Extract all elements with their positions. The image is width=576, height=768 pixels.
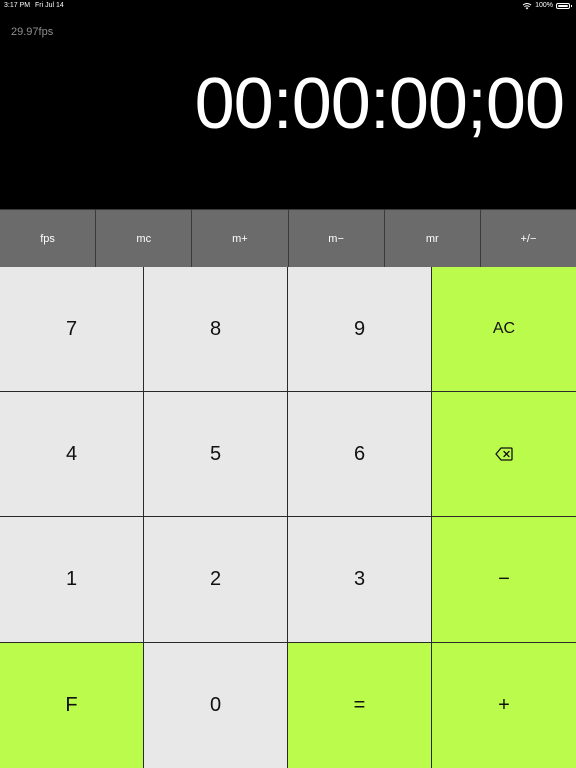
key-2[interactable]: 2 [144,517,288,643]
status-time: 3:17 PM [4,2,31,9]
fps-button[interactable]: fps [0,209,97,267]
keypad: 7 8 9 AC 4 5 6 1 2 3 − F 0 = + [0,267,576,768]
timecode-display: 00:00:00;00 [194,64,565,144]
memory-clear-button[interactable]: mc [96,209,193,267]
all-clear-button[interactable]: AC [432,267,576,392]
sign-toggle-button[interactable]: +/− [480,209,576,267]
key-5[interactable]: 5 [144,392,288,517]
memory-add-button[interactable]: m+ [192,209,289,267]
key-4[interactable]: 4 [0,392,144,517]
plus-button[interactable]: + [432,643,576,768]
status-bar: 3:17 PM Fri Jul 14 100% [0,0,576,12]
battery-icon [556,3,572,9]
battery-percent: 100% [535,2,553,9]
function-row: fps mc m+ m− mr +/− [0,209,576,267]
memory-subtract-button[interactable]: m− [288,209,385,267]
equals-button[interactable]: = [288,643,432,768]
minus-button[interactable]: − [432,517,576,643]
frames-button[interactable]: F [0,643,144,768]
key-6[interactable]: 6 [288,392,432,517]
status-date: Fri Jul 14 [35,2,64,9]
key-8[interactable]: 8 [144,267,288,392]
key-0[interactable]: 0 [144,643,288,768]
backspace-button[interactable] [432,392,576,517]
key-9[interactable]: 9 [288,267,432,392]
wifi-icon [522,3,532,10]
key-1[interactable]: 1 [0,517,144,643]
key-7[interactable]: 7 [0,267,144,392]
memory-recall-button[interactable]: mr [384,209,481,267]
key-3[interactable]: 3 [288,517,432,643]
backspace-icon [495,447,513,461]
fps-indicator: 29.97fps [11,26,54,38]
status-right: 100% [522,0,572,12]
